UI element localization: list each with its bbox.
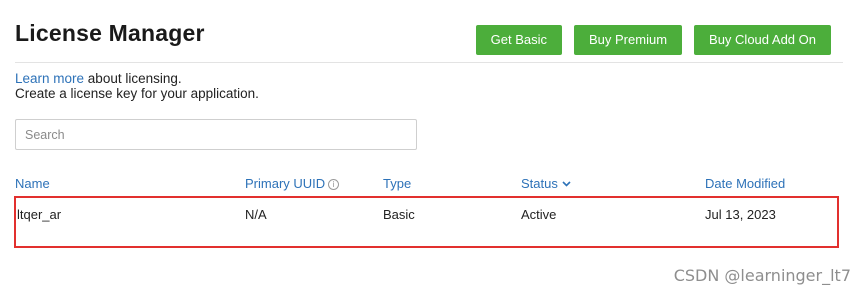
column-header-type[interactable]: Type	[383, 176, 411, 191]
learn-more-link[interactable]: Learn more	[15, 71, 84, 86]
cell-status: Active	[521, 207, 557, 222]
column-header-primary-uuid[interactable]: Primary UUID i	[245, 176, 340, 191]
search-box	[15, 119, 417, 150]
buy-premium-button[interactable]: Buy Premium	[574, 25, 683, 55]
header-actions: Get Basic Buy Premium Buy Cloud Add On	[475, 25, 831, 55]
buy-cloud-addon-button[interactable]: Buy Cloud Add On	[694, 25, 831, 55]
cell-date-modified: Jul 13, 2023	[705, 207, 776, 222]
info-icon[interactable]: i	[328, 179, 340, 190]
column-header-primary-uuid-label: Primary UUID	[245, 176, 326, 191]
header-divider	[15, 62, 843, 63]
intro-line-2: Create a license key for your applicatio…	[15, 86, 259, 101]
search-input[interactable]	[16, 120, 416, 149]
get-basic-button[interactable]: Get Basic	[475, 25, 562, 55]
cell-type: Basic	[383, 207, 415, 222]
cell-name: ltqer_ar	[17, 207, 62, 222]
intro-line-1-rest: about licensing.	[84, 71, 182, 86]
cell-primary-uuid: N/A	[245, 207, 267, 222]
intro-line-1: Learn more about licensing.	[15, 71, 259, 86]
column-header-name[interactable]: Name	[15, 176, 50, 191]
table-row[interactable]: ltqer_ar N/A Basic Active Jul 13, 2023	[14, 196, 839, 248]
intro-text: Learn more about licensing. Create a lic…	[15, 71, 259, 101]
chevron-down-icon	[562, 181, 571, 187]
column-header-status-label: Status	[521, 176, 558, 191]
column-header-status[interactable]: Status	[521, 176, 571, 191]
page-title: License Manager	[15, 20, 205, 46]
column-header-date-modified[interactable]: Date Modified	[705, 176, 785, 191]
table-header: Name Primary UUID i Type Status Date Modi…	[0, 176, 865, 192]
watermark: CSDN @learninger_lt7	[673, 266, 851, 285]
